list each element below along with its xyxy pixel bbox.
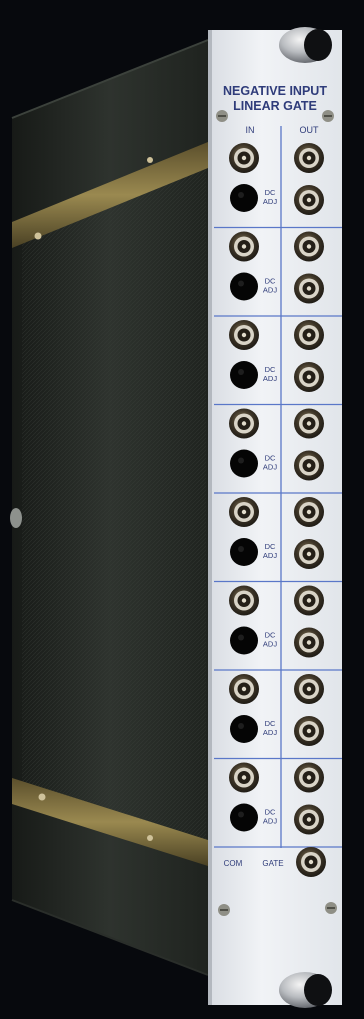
panel-edge-shadow: [208, 30, 212, 1005]
gate-label-right: GATE: [262, 859, 283, 868]
panel-title-line2: LINEAR GATE: [233, 99, 317, 113]
rail-rivet: [38, 793, 46, 801]
dc-adjust-label: DC: [265, 454, 276, 463]
gate-label-left: COM: [224, 859, 243, 868]
output-bnc-connector-icon[interactable]: [294, 627, 324, 658]
dc-adjust-label: DC: [265, 542, 276, 551]
side-latch: [10, 508, 22, 528]
output-bnc-connector-icon[interactable]: [294, 408, 324, 439]
rail-rivet: [34, 232, 42, 240]
output-bnc-connector-icon[interactable]: [294, 450, 324, 481]
dc-adjust-label: ADJ: [263, 286, 277, 295]
input-bnc-connector-icon[interactable]: [229, 585, 259, 616]
input-bnc-connector-icon[interactable]: [229, 497, 259, 527]
thumb-screw-icon[interactable]: [279, 972, 332, 1008]
dc-adjust-label: ADJ: [263, 551, 277, 560]
common-gate-bnc-connector-icon[interactable]: [296, 847, 326, 877]
trim-pot-hole-icon[interactable]: [230, 184, 258, 212]
output-bnc-connector-icon[interactable]: [294, 273, 324, 304]
output-bnc-connector-icon[interactable]: [294, 320, 324, 350]
column-out-label: OUT: [300, 125, 320, 135]
output-bnc-connector-icon[interactable]: [294, 585, 324, 616]
panel-screw-icon: [218, 904, 230, 916]
output-bnc-connector-icon[interactable]: [294, 762, 324, 793]
panel-screw-icon: [322, 110, 334, 122]
input-bnc-connector-icon[interactable]: [229, 320, 259, 350]
output-bnc-connector-icon[interactable]: [294, 716, 324, 746]
dc-adjust-label: ADJ: [263, 728, 277, 737]
trim-pot-hole-icon[interactable]: [230, 449, 258, 478]
rail-rivet: [147, 835, 153, 841]
photo-canvas: NEGATIVE INPUT LINEAR GATE IN OUT DCADJD…: [10, 27, 342, 1008]
output-bnc-connector-icon[interactable]: [294, 231, 324, 262]
input-bnc-connector-icon[interactable]: [229, 231, 259, 262]
output-bnc-connector-icon[interactable]: [294, 539, 324, 569]
output-bnc-connector-icon[interactable]: [294, 674, 324, 704]
rail-rivet: [147, 157, 153, 163]
dc-adjust-label: ADJ: [263, 463, 277, 472]
panel-screw-icon: [216, 110, 228, 122]
dc-adjust-label: DC: [265, 188, 276, 197]
input-bnc-connector-icon[interactable]: [229, 762, 259, 793]
output-bnc-connector-icon[interactable]: [294, 804, 324, 835]
trim-pot-hole-icon[interactable]: [230, 361, 258, 389]
dc-adjust-label: DC: [265, 277, 276, 286]
dc-adjust-label: DC: [265, 808, 276, 817]
trim-pot-hole-icon[interactable]: [230, 803, 258, 832]
output-bnc-connector-icon[interactable]: [294, 143, 324, 173]
panel-title-line1: NEGATIVE INPUT: [223, 84, 327, 98]
input-bnc-connector-icon[interactable]: [229, 408, 259, 439]
output-bnc-connector-icon[interactable]: [294, 497, 324, 527]
dc-adjust-label: ADJ: [263, 640, 277, 649]
output-bnc-connector-icon[interactable]: [294, 185, 324, 215]
trim-pot-hole-icon[interactable]: [230, 715, 258, 743]
chassis-mesh: [22, 150, 206, 860]
panel-screw-icon: [325, 902, 337, 914]
dc-adjust-label: DC: [265, 631, 276, 640]
output-bnc-connector-icon[interactable]: [294, 362, 324, 392]
input-bnc-connector-icon[interactable]: [229, 674, 259, 704]
dc-adjust-label: DC: [265, 719, 276, 728]
trim-pot-hole-icon[interactable]: [230, 538, 258, 566]
dc-adjust-label: DC: [265, 365, 276, 374]
thumb-screw-icon[interactable]: [279, 27, 332, 63]
dc-adjust-label: ADJ: [263, 374, 277, 383]
column-in-label: IN: [246, 125, 255, 135]
dc-adjust-label: ADJ: [263, 197, 277, 206]
dc-adjust-label: ADJ: [263, 817, 277, 826]
trim-pot-hole-icon[interactable]: [230, 626, 258, 655]
input-bnc-connector-icon[interactable]: [229, 143, 259, 173]
trim-pot-hole-icon[interactable]: [230, 272, 258, 301]
